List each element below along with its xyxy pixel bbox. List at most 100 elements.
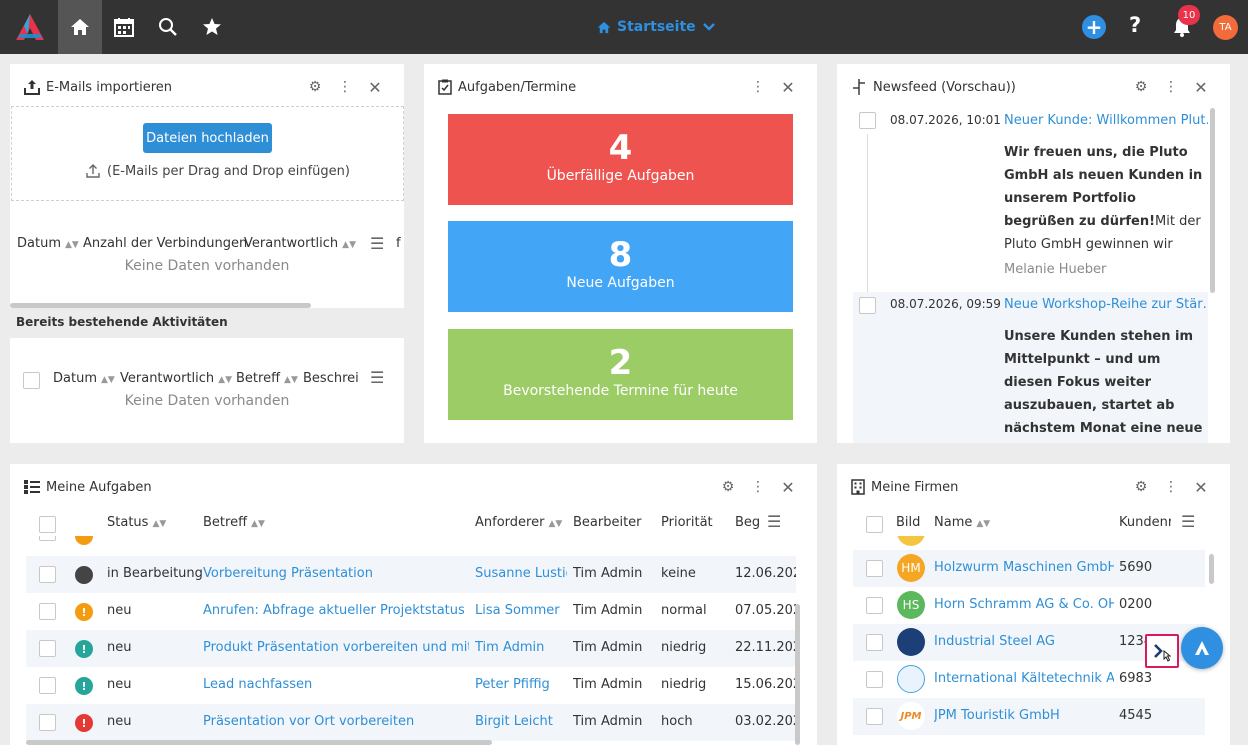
- star-icon[interactable]: [190, 0, 234, 54]
- gear-icon[interactable]: ⚙: [1132, 78, 1150, 96]
- select-all-checkbox[interactable]: [39, 516, 56, 533]
- company-name[interactable]: JPM Touristik GmbH: [934, 708, 1114, 723]
- row-checkbox[interactable]: [866, 597, 883, 614]
- news-headline[interactable]: Neue Workshop-Reihe zur Stär…: [1004, 297, 1208, 312]
- column-header-subject[interactable]: Betreff ▲▼: [236, 371, 298, 386]
- expand-arrow-button[interactable]: [1145, 634, 1179, 668]
- row-checkbox[interactable]: [39, 640, 56, 657]
- row-checkbox[interactable]: [39, 566, 56, 583]
- news-item-checkbox[interactable]: [859, 297, 876, 314]
- column-header-responsible[interactable]: Verantwortlich ▲▼: [120, 371, 232, 386]
- column-header-image[interactable]: Bild: [896, 515, 920, 530]
- calendar-icon[interactable]: [102, 0, 146, 54]
- row-checkbox[interactable]: [866, 560, 883, 577]
- task-requester[interactable]: Tim Admin: [475, 640, 567, 655]
- app-logo[interactable]: [8, 0, 52, 54]
- task-subject[interactable]: Produkt Präsentation vorbereiten und mit…: [203, 640, 469, 655]
- assistant-fab[interactable]: [1181, 627, 1223, 669]
- gear-icon[interactable]: ⚙: [306, 78, 324, 96]
- more-vertical-icon[interactable]: ⋮: [1162, 478, 1180, 496]
- home-icon[interactable]: [58, 0, 102, 54]
- column-menu-icon[interactable]: ☰: [370, 234, 384, 253]
- add-button[interactable]: +: [1082, 15, 1106, 39]
- company-name[interactable]: Industrial Steel AG: [934, 634, 1114, 649]
- select-all-checkbox[interactable]: [866, 516, 883, 533]
- news-item-checkbox[interactable]: [859, 112, 876, 129]
- table-row[interactable]: ! neu Lead nachfassen Peter Pfiffig Tim Admi…: [26, 667, 796, 704]
- table-row[interactable]: ! neu Anrufen: Abfrage aktueller Projektst…: [26, 593, 796, 630]
- column-menu-icon[interactable]: ☰: [1181, 512, 1195, 531]
- row-checkbox[interactable]: [39, 714, 56, 731]
- customer-number: 6983: [1119, 671, 1153, 686]
- column-header-assignee[interactable]: Bearbeiter: [573, 515, 642, 530]
- column-header-begin[interactable]: Beg: [735, 515, 760, 530]
- close-icon[interactable]: ✕: [366, 78, 384, 97]
- column-header-description[interactable]: Beschreib: [303, 371, 359, 386]
- email-import-panel: E-Mails importieren ⚙ ⋮ ✕ Dateien hochla…: [10, 64, 404, 443]
- column-header-datum[interactable]: Datum ▲▼: [53, 371, 115, 386]
- page-title-dropdown[interactable]: Startseite: [597, 0, 716, 54]
- user-avatar[interactable]: TA: [1213, 15, 1238, 40]
- column-header-status[interactable]: Status ▲▼: [107, 515, 166, 530]
- company-name[interactable]: International Kältetechnik AG: [934, 671, 1114, 686]
- drop-zone[interactable]: Dateien hochladen (E-Mails per Drag and …: [11, 106, 404, 201]
- column-menu-icon[interactable]: ☰: [370, 368, 384, 387]
- upload-files-button[interactable]: Dateien hochladen: [143, 123, 272, 153]
- column-header-subject[interactable]: Betreff ▲▼: [203, 515, 265, 530]
- news-headline[interactable]: Neuer Kunde: Willkommen Plut…: [1004, 113, 1208, 128]
- column-header-requester[interactable]: Anforderer ▲▼: [475, 515, 562, 530]
- row-checkbox[interactable]: [39, 677, 56, 694]
- tile-label: Überfällige Aufgaben: [546, 168, 695, 184]
- help-icon[interactable]: ?: [1129, 13, 1141, 37]
- news-item[interactable]: 08.07.2026, 09:59 Neue Workshop-Reihe zu…: [853, 292, 1208, 443]
- select-all-checkbox[interactable]: [23, 372, 40, 389]
- column-header-connections[interactable]: Anzahl der Verbindungen: [83, 236, 247, 251]
- column-header-truncated[interactable]: f: [396, 236, 401, 251]
- column-header-priority[interactable]: Priorität: [661, 515, 713, 530]
- gear-icon[interactable]: ⚙: [719, 478, 737, 496]
- task-subject[interactable]: Vorbereitung Präsentation: [203, 566, 469, 581]
- close-icon[interactable]: ✕: [779, 478, 797, 497]
- more-vertical-icon[interactable]: ⋮: [749, 78, 767, 96]
- gear-icon[interactable]: ⚙: [1132, 478, 1150, 496]
- close-icon[interactable]: ✕: [1192, 78, 1210, 97]
- column-menu-icon[interactable]: ☰: [767, 512, 781, 531]
- column-header-name[interactable]: Name ▲▼: [934, 515, 990, 530]
- vertical-scrollbar[interactable]: [795, 604, 800, 745]
- row-checkbox[interactable]: [866, 634, 883, 651]
- row-checkbox[interactable]: [39, 603, 56, 620]
- task-subject[interactable]: Präsentation vor Ort vorbereiten: [203, 714, 469, 729]
- new-tasks-tile[interactable]: 8 Neue Aufgaben: [448, 221, 793, 312]
- close-icon[interactable]: ✕: [1192, 478, 1210, 497]
- table-row[interactable]: HS Horn Schramm AG & Co. OHG 0200: [853, 587, 1205, 624]
- vertical-scrollbar[interactable]: [1209, 554, 1214, 584]
- table-row[interactable]: HM Holzwurm Maschinen GmbH 5690: [853, 550, 1205, 587]
- column-header-datum[interactable]: Datum ▲▼: [17, 236, 79, 251]
- row-checkbox[interactable]: [866, 708, 883, 725]
- company-name[interactable]: Holzwurm Maschinen GmbH: [934, 560, 1114, 575]
- table-row[interactable]: ! neu Produkt Präsentation vorbereiten und…: [26, 630, 796, 667]
- horizontal-scrollbar[interactable]: [26, 740, 492, 745]
- company-name[interactable]: Horn Schramm AG & Co. OHG: [934, 597, 1114, 612]
- close-icon[interactable]: ✕: [779, 78, 797, 97]
- task-requester[interactable]: Lisa Sommer: [475, 603, 567, 618]
- more-vertical-icon[interactable]: ⋮: [336, 78, 354, 96]
- table-row[interactable]: ! neu Präsentation vor Ort vorbereiten Birg…: [26, 704, 796, 741]
- news-item[interactable]: 08.07.2026, 10:01 Neuer Kunde: Willkomme…: [853, 108, 1208, 288]
- overdue-tasks-tile[interactable]: 4 Überfällige Aufgaben: [448, 114, 793, 205]
- more-vertical-icon[interactable]: ⋮: [1162, 78, 1180, 96]
- column-header-responsible[interactable]: Verantwortlich ▲▼: [244, 236, 356, 251]
- task-requester[interactable]: Birgit Leicht: [475, 714, 567, 729]
- column-header-customer-number[interactable]: Kundenr: [1119, 515, 1171, 530]
- table-row[interactable]: JPM JPM Touristik GmbH 4545: [853, 698, 1205, 735]
- row-checkbox[interactable]: [866, 671, 883, 688]
- task-requester[interactable]: Peter Pfiffig: [475, 677, 567, 692]
- table-row[interactable]: in Bearbeitung Vorbereitung Präsentation S…: [26, 556, 796, 593]
- search-icon[interactable]: [146, 0, 190, 54]
- task-requester[interactable]: Susanne Lustig: [475, 566, 567, 581]
- vertical-scrollbar[interactable]: [1210, 108, 1215, 293]
- task-subject[interactable]: Anrufen: Abfrage aktueller Projektstatus: [203, 603, 469, 618]
- upcoming-appointments-tile[interactable]: 2 Bevorstehende Termine für heute: [448, 329, 793, 420]
- task-subject[interactable]: Lead nachfassen: [203, 677, 469, 692]
- more-vertical-icon[interactable]: ⋮: [749, 478, 767, 496]
